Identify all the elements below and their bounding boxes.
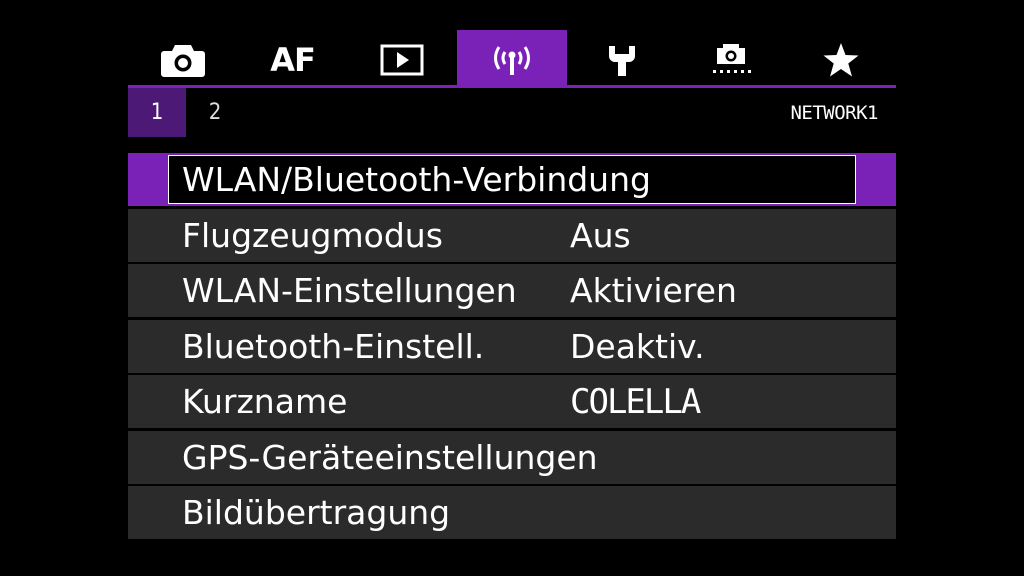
wireless-icon <box>493 45 530 75</box>
camera-menu: AF 1 2 NETWORK1 WLAN/Bluetooth-Verbindun… <box>128 30 896 542</box>
menu-tab-bar: AF <box>128 30 896 85</box>
subtab-2-label: 2 <box>208 100 222 125</box>
subtab-bar: 1 2 NETWORK1 <box>128 88 896 137</box>
page-name: NETWORK1 <box>790 101 878 124</box>
menu-item-bluetooth-settings[interactable]: Bluetooth-Einstell. Deaktiv. <box>128 319 896 373</box>
tab-custom-functions[interactable] <box>676 30 786 85</box>
menu-item-airplane-mode[interactable]: Flugzeugmodus Aus <box>128 208 896 262</box>
menu-item-nickname[interactable]: Kurzname COLELLA <box>128 375 896 428</box>
menu-item-label: WLAN/Bluetooth-Verbindung <box>182 160 651 199</box>
tab-playback[interactable] <box>347 30 457 85</box>
tab-shooting[interactable] <box>128 30 238 85</box>
menu-item-label: Flugzeugmodus <box>182 215 443 255</box>
camera-icon <box>160 44 205 77</box>
subtab-1[interactable]: 1 <box>128 88 186 137</box>
menu-item-value: COLELLA <box>570 381 701 422</box>
menu-item-wlan-bluetooth-connection[interactable]: WLAN/Bluetooth-Verbindung <box>128 153 896 206</box>
playback-icon <box>380 44 424 75</box>
menu-item-label: Bildübertragung <box>182 493 451 532</box>
menu-item-label: Bluetooth-Einstell. <box>182 326 485 366</box>
tab-setup[interactable] <box>567 30 677 85</box>
subtab-1-label: 1 <box>150 100 164 125</box>
menu-item-label: WLAN-Einstellungen <box>182 271 517 310</box>
menu-item-wlan-settings[interactable]: WLAN-Einstellungen Aktivieren <box>128 264 896 317</box>
wrench-icon <box>608 45 635 76</box>
tab-wireless[interactable] <box>457 30 567 85</box>
tab-af-label: AF <box>270 40 316 79</box>
tab-my-menu[interactable] <box>786 30 896 85</box>
star-icon <box>823 42 859 76</box>
menu-item-value: Aktivieren <box>570 271 737 310</box>
menu-item-image-transfer[interactable]: Bildübertragung <box>128 486 896 539</box>
custom-function-icon <box>713 43 752 73</box>
menu-item-label: Kurzname <box>182 382 348 421</box>
menu-item-gps-device-settings[interactable]: GPS-Geräteeinstellungen <box>128 430 896 484</box>
menu-item-value: Aus <box>570 215 631 255</box>
menu-item-label: GPS-Geräteeinstellungen <box>182 437 598 477</box>
menu-item-value: Deaktiv. <box>570 326 705 366</box>
subtab-2[interactable]: 2 <box>186 88 244 137</box>
menu-item-list: WLAN/Bluetooth-Verbindung Flugzeugmodus … <box>128 153 896 539</box>
tab-af[interactable]: AF <box>238 30 348 85</box>
